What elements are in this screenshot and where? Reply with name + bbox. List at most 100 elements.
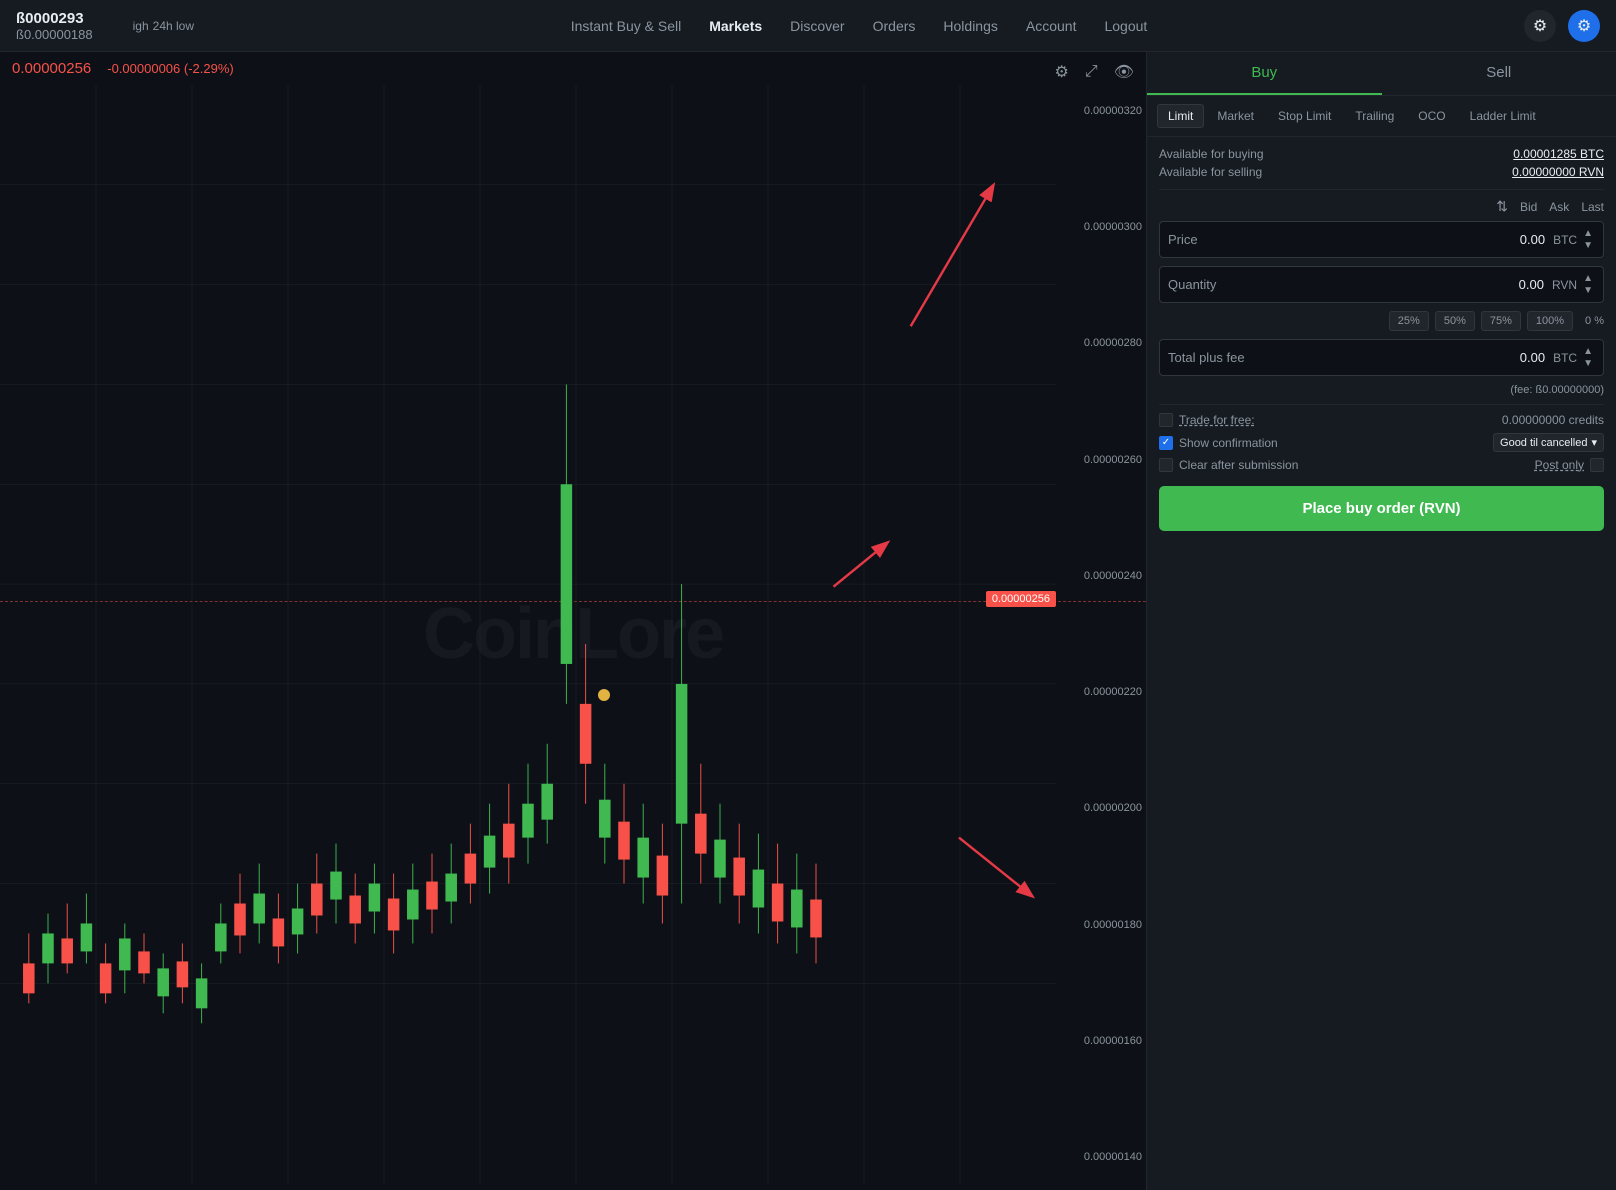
order-tab-oco[interactable]: OCO	[1407, 104, 1456, 128]
quantity-field: Quantity 0.00 RVN ▲ ▼	[1159, 266, 1604, 303]
y-label-2: 0.00000280	[1060, 337, 1142, 349]
total-stepper: ▲ ▼	[1581, 346, 1595, 370]
quantity-currency: RVN	[1552, 268, 1577, 302]
available-buying-label: Available for buying	[1159, 147, 1264, 161]
price-stepper-down[interactable]: ▼	[1581, 240, 1595, 252]
place-order-button[interactable]: Place buy order (RVN)	[1159, 486, 1604, 531]
price-field: Price 0.00 BTC ▲ ▼	[1159, 221, 1604, 258]
available-info: Available for buying 0.00001285 BTC Avai…	[1159, 147, 1604, 179]
order-tab-ladder[interactable]: Ladder Limit	[1459, 104, 1547, 128]
post-only-checkbox[interactable]	[1590, 458, 1604, 472]
top-nav: ß0000293 ß0.00000188 igh 24h low Instant…	[0, 0, 1616, 52]
quantity-stepper-down[interactable]: ▼	[1581, 285, 1595, 297]
show-confirmation-label: Show confirmation	[1179, 436, 1278, 450]
good-til-label: Good til cancelled	[1500, 437, 1587, 449]
total-stepper-up[interactable]: ▲	[1581, 346, 1595, 358]
y-label-4: 0.00000240	[1060, 570, 1142, 582]
pct-50-btn[interactable]: 50%	[1435, 311, 1475, 331]
nav-links: Instant Buy & Sell Markets Discover Orde…	[218, 14, 1500, 38]
clear-after-checkbox[interactable]	[1159, 458, 1173, 472]
trade-free-label: Trade for free:	[1179, 413, 1255, 427]
show-confirmation-checkbox[interactable]: ✓	[1159, 436, 1173, 450]
pct-25-btn[interactable]: 25%	[1389, 311, 1429, 331]
nav-brand: ß0000293 ß0.00000188	[16, 10, 93, 42]
nav-account[interactable]: Account	[1026, 14, 1077, 38]
order-tab-stop-limit[interactable]: Stop Limit	[1267, 104, 1342, 128]
buy-sell-tabs: Buy Sell	[1147, 52, 1616, 96]
pct-100-btn[interactable]: 100%	[1527, 311, 1573, 331]
pct-current: 0 %	[1585, 315, 1604, 327]
buy-tab[interactable]: Buy	[1147, 52, 1382, 95]
chart-area: 0.00000256 -0.00000006 (-2.29%) ⚙ ⤢ 👁 Co…	[0, 52, 1146, 1190]
y-label-8: 0.00000160	[1060, 1035, 1142, 1047]
user-icon[interactable]: ⚙	[1568, 10, 1600, 42]
y-label-0: 0.00000320	[1060, 105, 1142, 117]
order-tab-limit[interactable]: Limit	[1157, 104, 1204, 128]
pct-row: 25% 50% 75% 100% 0 %	[1159, 311, 1604, 331]
quantity-stepper-up[interactable]: ▲	[1581, 273, 1595, 285]
main-layout: 0.00000256 -0.00000006 (-2.29%) ⚙ ⤢ 👁 Co…	[0, 52, 1616, 1190]
order-tab-market[interactable]: Market	[1206, 104, 1265, 128]
available-selling-row: Available for selling 0.00000000 RVN	[1159, 165, 1604, 179]
y-axis: 0.00000320 0.00000300 0.00000280 0.00000…	[1056, 85, 1146, 1183]
panel-body: Available for buying 0.00001285 BTC Avai…	[1147, 137, 1616, 1190]
nav-right: ⚙ ⚙	[1524, 10, 1600, 42]
last-label: Last	[1581, 200, 1604, 214]
price-label: Price	[1168, 222, 1268, 257]
good-til-dropdown[interactable]: Good til cancelled ▾	[1493, 433, 1604, 452]
total-field: Total plus fee 0.00 BTC ▲ ▼	[1159, 339, 1604, 376]
chart-eye-icon[interactable]: 👁	[1110, 60, 1138, 84]
clear-after-label: Clear after submission	[1179, 458, 1298, 472]
y-label-9: 0.00000140	[1060, 1151, 1142, 1163]
nav-discover[interactable]: Discover	[790, 14, 844, 38]
nav-instant-buy[interactable]: Instant Buy & Sell	[571, 14, 682, 38]
nav-high-label: igh	[133, 19, 149, 33]
show-confirmation-row: ✓ Show confirmation Good til cancelled ▾	[1159, 433, 1604, 452]
separator-2	[1159, 404, 1604, 405]
chart-controls: ⚙ ⤢ 👁	[1051, 60, 1138, 84]
chart-canvas: CoinLore 0.00000320 0.00000300 0.0000028…	[0, 85, 1146, 1183]
quantity-label: Quantity	[1168, 267, 1268, 302]
price-value[interactable]: 0.00	[1268, 222, 1549, 257]
fee-info: (fee: ß0.00000000)	[1159, 384, 1604, 396]
sell-tab[interactable]: Sell	[1382, 52, 1616, 95]
nav-markets[interactable]: Markets	[709, 14, 762, 38]
available-buying-value: 0.00001285 BTC	[1513, 147, 1604, 161]
bid-ask-row: ⇅ Bid Ask Last	[1159, 198, 1604, 215]
chart-header: 0.00000256 -0.00000006 (-2.29%)	[0, 52, 1146, 85]
quantity-value[interactable]: 0.00	[1268, 267, 1548, 302]
pct-75-btn[interactable]: 75%	[1481, 311, 1521, 331]
available-selling-label: Available for selling	[1159, 165, 1262, 179]
chart-current-price: 0.00000256	[12, 60, 91, 77]
trade-free-checkbox[interactable]	[1159, 413, 1173, 427]
settings-icon[interactable]: ⚙	[1524, 10, 1556, 42]
y-label-3: 0.00000260	[1060, 454, 1142, 466]
nav-ticker: ß0000293	[16, 10, 93, 27]
quantity-stepper: ▲ ▼	[1581, 273, 1595, 297]
nav-holdings[interactable]: Holdings	[943, 14, 997, 38]
y-label-5: 0.00000220	[1060, 686, 1142, 698]
trade-free-value: 0.00000000 credits	[1502, 413, 1604, 427]
nav-logout[interactable]: Logout	[1104, 14, 1147, 38]
y-label-1: 0.00000300	[1060, 221, 1142, 233]
total-label: Total plus fee	[1168, 340, 1268, 375]
post-only-label: Post only	[1535, 458, 1584, 472]
chart-expand-icon[interactable]: ⤢	[1081, 61, 1102, 83]
price-stepper: ▲ ▼	[1581, 228, 1595, 252]
good-til-chevron: ▾	[1591, 436, 1597, 449]
separator-1	[1159, 189, 1604, 190]
nav-low-label: 24h low	[153, 19, 194, 33]
ask-label: Ask	[1549, 200, 1569, 214]
order-tab-trailing[interactable]: Trailing	[1344, 104, 1405, 128]
price-stepper-up[interactable]: ▲	[1581, 228, 1595, 240]
chart-settings-icon[interactable]: ⚙	[1051, 60, 1073, 84]
trade-free-row: Trade for free: 0.00000000 credits	[1159, 413, 1604, 427]
right-panel: Buy Sell Limit Market Stop Limit Trailin…	[1146, 52, 1616, 1190]
clear-after-row: Clear after submission Post only	[1159, 458, 1604, 472]
total-value[interactable]: 0.00	[1268, 340, 1549, 375]
chart-price-change: -0.00000006 (-2.29%)	[107, 61, 233, 76]
filter-icon[interactable]: ⇅	[1496, 198, 1508, 215]
total-currency: BTC	[1553, 341, 1577, 375]
total-stepper-down[interactable]: ▼	[1581, 358, 1595, 370]
nav-orders[interactable]: Orders	[873, 14, 916, 38]
